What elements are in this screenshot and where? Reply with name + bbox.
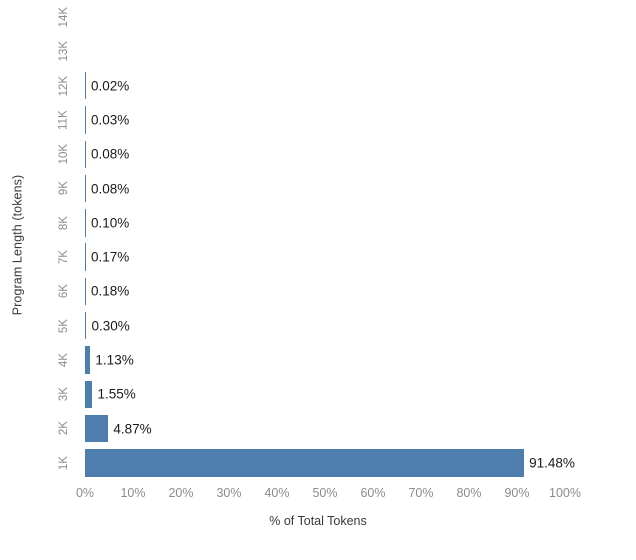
bar-row[interactable]: 0.03% — [85, 106, 565, 134]
x-axis-title: % of Total Tokens — [0, 514, 636, 528]
y-axis-title-text: Program Length (tokens) — [10, 174, 25, 316]
bar-value-label: 1.13% — [95, 352, 134, 368]
bar-row[interactable]: 1.13% — [85, 346, 565, 374]
y-axis-tick-label-text: 12K — [57, 75, 70, 96]
y-axis-tick-label-text: 6K — [57, 284, 70, 299]
y-axis-tick-label: 14K — [49, 0, 79, 34]
y-axis-tick-label: 1K — [49, 446, 79, 480]
bar-row[interactable]: 1.55% — [85, 380, 565, 408]
bar-value-label: 0.08% — [91, 146, 130, 162]
y-axis-tick-label-text: 9K — [57, 181, 70, 196]
y-axis-tick-label: 10K — [49, 137, 79, 171]
bar-row[interactable]: 0.10% — [85, 209, 565, 237]
y-axis-tick-label-text: 8K — [57, 215, 70, 230]
y-axis-tick-label: 13K — [49, 34, 79, 68]
y-axis-title: Program Length (tokens) — [0, 0, 34, 490]
y-axis-tick-label-text: 4K — [57, 352, 70, 368]
bar[interactable] — [85, 277, 86, 306]
bar-value-label: 1.55% — [97, 386, 136, 402]
bar[interactable] — [85, 312, 87, 340]
x-axis-tick-label: 100% — [549, 486, 581, 500]
bar-row[interactable]: 0.08% — [85, 140, 565, 168]
bar[interactable] — [85, 140, 86, 168]
y-axis-tick-label: 3K — [49, 377, 79, 411]
y-axis-tick-label-text: 1K — [57, 455, 70, 470]
y-axis-tick-label: 5K — [49, 309, 79, 343]
x-axis-title-text: % of Total Tokens — [269, 514, 367, 528]
bar[interactable] — [85, 106, 86, 134]
y-axis-tick-label-text: 7K — [57, 250, 70, 265]
bar-value-label: 0.08% — [91, 181, 130, 197]
bar-row[interactable]: 0.02% — [85, 72, 565, 100]
bar-value-label: 0.02% — [91, 78, 130, 94]
bar-row[interactable]: 0.18% — [85, 277, 565, 306]
y-axis-tick-label-text: 11K — [57, 110, 70, 130]
bar-row[interactable]: 0.08% — [85, 174, 565, 203]
bar[interactable] — [85, 449, 525, 477]
bar-row[interactable]: 4.87% — [85, 414, 565, 443]
bar[interactable] — [85, 346, 91, 374]
y-axis-tick-label: 8K — [49, 206, 79, 240]
y-axis-tick-label-text: 13K — [57, 41, 70, 62]
bar-row[interactable]: 0.17% — [85, 243, 565, 271]
bar[interactable] — [85, 243, 86, 271]
clipped-caption — [0, 552, 636, 560]
bar[interactable] — [85, 174, 86, 203]
y-axis-tick-label: 11K — [49, 103, 79, 137]
bar-value-label: 0.10% — [91, 215, 130, 231]
y-axis-tick-label: 12K — [49, 69, 79, 103]
bar[interactable] — [85, 414, 109, 443]
bar[interactable] — [85, 380, 93, 408]
bar-row[interactable]: 0.30% — [85, 312, 565, 340]
bar-value-label: 0.03% — [91, 112, 130, 128]
y-axis-tick-label: 6K — [49, 274, 79, 308]
bar-value-label: 0.17% — [91, 249, 130, 265]
bar-value-label: 4.87% — [113, 421, 152, 437]
bar-value-label: 0.30% — [91, 318, 130, 334]
y-axis-tick-label-text: 14K — [57, 6, 70, 28]
y-axis-tick-label-text: 5K — [57, 318, 70, 333]
bar[interactable] — [85, 209, 86, 237]
y-axis-tick-label: 2K — [49, 411, 79, 445]
bar-chart: Program Length (tokens) 1K 2K 3K 4K 5K 6K 7K 8K… — [0, 0, 636, 560]
y-axis-tick-label: 4K — [49, 343, 79, 377]
y-axis-tick-label-text: 3K — [57, 387, 70, 402]
plot-area: 91.48% 4.87% 1.55% 1.13% 0.30% 0.18% 0.17% 0.10… — [85, 0, 575, 480]
bar[interactable] — [85, 72, 86, 100]
y-axis-tick-label: 9K — [49, 171, 79, 205]
bar-value-label: 91.48% — [529, 455, 575, 471]
bar-row[interactable]: 91.48% — [85, 449, 575, 477]
y-axis-tick-label-text: 2K — [57, 421, 70, 436]
y-axis-tick-label: 7K — [49, 240, 79, 274]
bar-value-label: 0.18% — [91, 283, 130, 299]
y-axis-tick-label-text: 10K — [57, 144, 70, 165]
